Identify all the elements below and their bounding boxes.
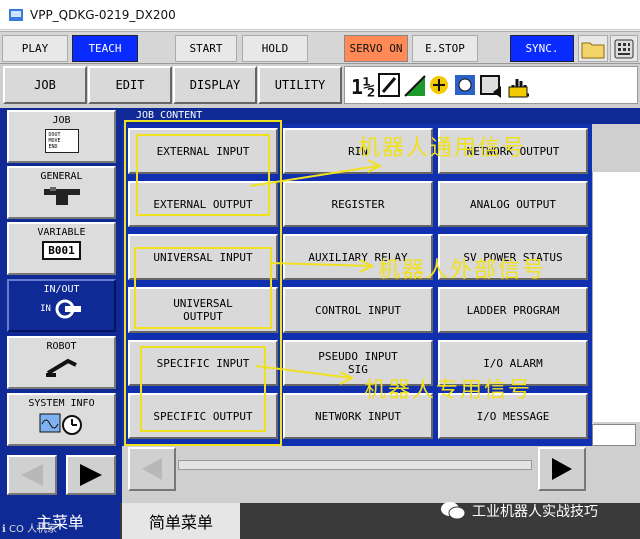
coord-icon: 1½ — [351, 75, 375, 99]
inout-sub-label: IN — [40, 304, 51, 314]
mode-strip: PLAY TEACH START HOLD SERVO ON E.STOP SY… — [0, 31, 640, 64]
connector-icon — [55, 299, 81, 319]
left-menu-next-button[interactable] — [66, 455, 116, 495]
content-next-button[interactable] — [538, 447, 586, 491]
btn-rin[interactable]: RIN — [283, 128, 433, 174]
estop-button[interactable]: E.STOP — [412, 35, 478, 62]
content-header-text: JOB CONTENT — [136, 110, 203, 121]
left-menu-job[interactable]: JOB DOUT MOVE END — [7, 110, 116, 163]
horizontal-scrollbar[interactable] — [178, 460, 532, 470]
left-menu-robot-label: ROBOT — [46, 341, 77, 352]
btn-io-alarm[interactable]: I/O ALARM — [438, 340, 588, 386]
wechat-icon — [441, 502, 466, 520]
right-blank-area — [592, 172, 640, 422]
btn-network-output[interactable]: NETWORK OUTPUT — [438, 128, 588, 174]
left-menu-general-label: GENERAL — [40, 171, 83, 182]
app-icon — [9, 9, 23, 21]
btn-specific-output[interactable]: SPECIFIC OUTPUT — [128, 393, 278, 439]
content-header: JOB CONTENT — [122, 108, 640, 124]
watermark-text: 工业机器人实战技巧 — [472, 504, 598, 520]
page-icon — [480, 75, 501, 98]
left-menu-robot[interactable]: ROBOT — [7, 336, 116, 389]
btn-pseudo-input-sig[interactable]: PSEUDO INPUT SIG — [283, 340, 433, 386]
btn-universal-input[interactable]: UNIVERSAL INPUT — [128, 234, 278, 280]
play-button[interactable]: PLAY — [2, 35, 68, 62]
btn-ladder-program[interactable]: LADDER PROGRAM — [438, 287, 588, 333]
left-menu-general[interactable]: GENERAL — [7, 166, 116, 219]
system-info-icon — [39, 413, 82, 435]
menu-display[interactable]: DISPLAY — [173, 66, 257, 104]
robot-status-icon — [430, 76, 448, 94]
left-menu-inout-label: IN/OUT — [43, 284, 80, 295]
btn-specific-input[interactable]: SPECIFIC INPUT — [128, 340, 278, 386]
hand-icon — [508, 79, 529, 98]
btn-external-input[interactable]: EXTERNAL INPUT — [128, 128, 278, 174]
menu-utility[interactable]: UTILITY — [258, 66, 342, 104]
hold-button[interactable]: HOLD — [242, 35, 308, 62]
monitor-icon — [455, 75, 475, 95]
arrow-right-icon — [80, 464, 102, 486]
window-title-bar: VPP_QDKG-0219_DX200 — [0, 0, 640, 30]
folder-icon — [581, 42, 605, 58]
left-menu-system-info-label: SYSTEM INFO — [28, 398, 95, 409]
variable-badge: B001 — [42, 241, 81, 260]
watermark: 工业机器人实战技巧 — [440, 500, 598, 522]
servo-on-button[interactable]: SERVO ON — [344, 35, 408, 62]
btn-sv-power-status[interactable]: SV POWER STATUS — [438, 234, 588, 280]
sync-button[interactable]: SYNC. — [510, 35, 574, 62]
right-input-field[interactable] — [592, 424, 636, 446]
left-menu-variable[interactable]: VARIABLE B001 — [7, 222, 116, 275]
left-menu-job-label: JOB — [52, 115, 71, 126]
btn-auxiliary-relay[interactable]: AUXILIARY RELAY — [283, 234, 433, 280]
svg-text:1½: 1½ — [351, 75, 375, 99]
btn-network-input[interactable]: NETWORK INPUT — [283, 393, 433, 439]
corner-watermark: ℹ CO 人机家 — [2, 524, 58, 535]
general-tool-icon — [43, 187, 80, 205]
menu-edit[interactable]: EDIT — [88, 66, 172, 104]
btn-io-message[interactable]: I/O MESSAGE — [438, 393, 588, 439]
job-document-icon: DOUT MOVE END — [44, 129, 79, 153]
menu-job[interactable]: JOB — [3, 66, 87, 104]
btn-external-output[interactable]: EXTERNAL OUTPUT — [128, 181, 278, 227]
start-button[interactable]: START — [175, 35, 237, 62]
btn-analog-output[interactable]: ANALOG OUTPUT — [438, 181, 588, 227]
btn-control-input[interactable]: CONTROL INPUT — [283, 287, 433, 333]
speed-icon — [404, 75, 426, 97]
arrow-right-icon — [552, 458, 572, 480]
tab-simple-menu[interactable]: 简单菜单 — [122, 503, 240, 539]
left-menu-prev-button[interactable] — [7, 455, 57, 495]
window-title: VPP_QDKG-0219_DX200 — [30, 8, 176, 22]
teach-button[interactable]: TEACH — [72, 35, 138, 62]
status-icon-bar: 1½ — [344, 66, 638, 104]
keypad-button[interactable] — [610, 35, 638, 62]
folder-button[interactable] — [578, 35, 608, 62]
left-menu-inout[interactable]: IN/OUT IN — [7, 279, 116, 332]
arrow-left-icon — [21, 464, 43, 486]
arrow-left-icon — [142, 458, 162, 480]
left-menu-system-info[interactable]: SYSTEM INFO — [7, 393, 116, 446]
content-prev-button[interactable] — [128, 447, 176, 491]
btn-universal-output[interactable]: UNIVERSAL OUTPUT — [128, 287, 278, 333]
tool-icon — [378, 73, 400, 97]
robot-arm-icon — [45, 358, 77, 377]
left-menu-variable-label: VARIABLE — [37, 227, 86, 238]
btn-register[interactable]: REGISTER — [283, 181, 433, 227]
keypad-icon — [614, 39, 634, 58]
